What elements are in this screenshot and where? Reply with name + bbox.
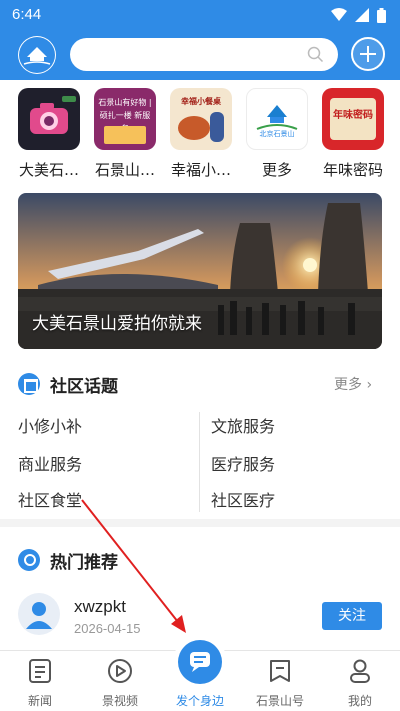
hot-section-header: 热门推荐: [18, 546, 118, 574]
news-icon: [29, 659, 51, 683]
nav-item-news[interactable]: 新闻: [0, 651, 80, 711]
post-author[interactable]: xwzpkt: [74, 597, 126, 617]
app-header: [0, 30, 400, 80]
shortcut-item[interactable]: 年味密码 年味密码: [318, 88, 388, 180]
more-apps-icon: 北京石景山: [246, 88, 308, 150]
nav-item-profile[interactable]: 我的: [320, 651, 400, 711]
bookmark-icon: [270, 660, 290, 682]
signal-icon: [355, 8, 369, 22]
status-bar: 6:44: [0, 0, 400, 30]
nav-label: 石景山号: [255, 694, 304, 708]
shortcut-item[interactable]: 幸福小餐桌 幸福小…: [166, 88, 236, 180]
more-link[interactable]: 更多 ›: [334, 374, 372, 394]
chat-icon: [190, 652, 210, 672]
avatar[interactable]: [18, 593, 60, 635]
nav-item-account[interactable]: 石景山号: [240, 651, 320, 711]
section-title: 热门推荐: [50, 552, 118, 573]
shortcut-grid: 大美石… 石景山有好物 | 硕扎一楼 新服务 石景山… 幸福小餐桌 幸福小… 北…: [0, 88, 400, 180]
shortcut-label: 大美石…: [18, 161, 79, 179]
status-icons: [331, 7, 386, 23]
chevron-right-icon: ›: [366, 377, 373, 393]
shortcut-item[interactable]: 大美石…: [14, 88, 84, 180]
shortcut-item[interactable]: 北京石景山 更多: [242, 88, 312, 180]
new-year-app-icon: 年味密码: [322, 88, 384, 150]
hot-icon: [18, 549, 40, 571]
section-divider: [0, 519, 400, 527]
add-button[interactable]: [351, 37, 385, 71]
profile-icon: [350, 659, 370, 683]
post-nearby-button[interactable]: [178, 640, 222, 684]
shortcut-label: 更多: [261, 161, 292, 179]
topic-item[interactable]: 社区医疗: [211, 487, 275, 511]
shop-app-icon: 石景山有好物 | 硕扎一楼 新服务: [94, 88, 156, 150]
banner-caption: 大美石景山爱拍你就来: [32, 314, 202, 334]
post-date: 2026-04-15: [74, 621, 141, 636]
battery-icon: [377, 7, 386, 23]
topic-item[interactable]: 商业服务: [18, 451, 82, 475]
shortcut-label: 石景山…: [94, 161, 155, 179]
shortcut-item[interactable]: 石景山有好物 | 硕扎一楼 新服务 石景山…: [90, 88, 160, 180]
search-icon: [307, 46, 324, 63]
topic-item[interactable]: 小修小补: [18, 413, 82, 437]
dining-app-icon: 幸福小餐桌: [170, 88, 232, 150]
clock: 6:44: [12, 6, 42, 23]
community-icon: [18, 373, 40, 395]
topic-item[interactable]: 文旅服务: [211, 413, 275, 437]
section-title: 社区话题: [50, 376, 118, 397]
promo-banner[interactable]: 大美石景山爱拍你就来: [18, 193, 382, 349]
topic-item[interactable]: 医疗服务: [211, 451, 275, 475]
community-section-header: 社区话题: [18, 370, 118, 398]
column-divider: [199, 412, 200, 512]
topic-item[interactable]: 社区食堂: [18, 487, 82, 511]
camera-app-icon: [18, 88, 80, 150]
nav-label: 新闻: [27, 694, 52, 708]
nav-label: 我的: [347, 694, 372, 708]
wifi-icon: [331, 8, 347, 21]
nav-item-video[interactable]: 景视频: [80, 651, 160, 711]
app-logo[interactable]: [18, 36, 56, 74]
nav-label: 发个身边: [175, 694, 224, 708]
video-play-icon: [108, 659, 132, 683]
search-input[interactable]: [70, 38, 338, 71]
shortcut-label: 幸福小…: [170, 161, 231, 179]
follow-button[interactable]: 关注: [322, 602, 382, 630]
shortcut-label: 年味密码: [322, 161, 383, 179]
nav-label: 景视频: [101, 694, 138, 708]
